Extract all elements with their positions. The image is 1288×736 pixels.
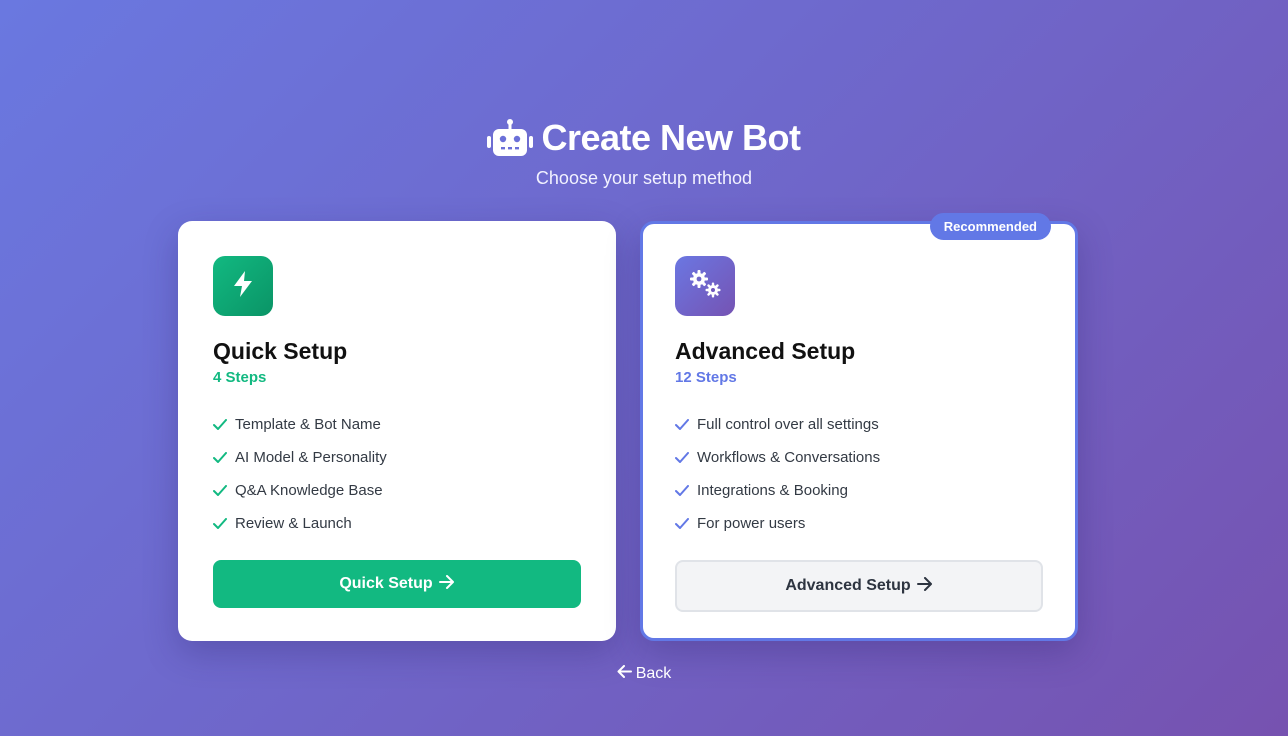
check-icon	[213, 484, 235, 497]
page-title: Create New Bot	[541, 117, 801, 158]
feature-list: Full control over all settings Workflows…	[675, 408, 1043, 540]
check-icon	[675, 418, 697, 431]
lightning-icon	[232, 270, 254, 303]
card-title: Quick Setup	[213, 338, 348, 364]
quick-setup-button[interactable]: Quick Setup	[213, 560, 581, 608]
feature-label: Integrations & Booking	[697, 482, 848, 499]
title-row: Create New Bot	[0, 116, 1288, 160]
advanced-setup-button[interactable]: Advanced Setup	[675, 560, 1043, 612]
feature-label: Workflows & Conversations	[697, 449, 881, 466]
gears-icon-box	[675, 256, 735, 316]
check-icon	[213, 451, 235, 464]
button-label: Quick Setup	[339, 575, 433, 592]
feature-label: Q&A Knowledge Base	[235, 482, 383, 499]
gears-icon	[687, 268, 723, 305]
feature-label: AI Model & Personality	[235, 449, 387, 466]
recommended-badge: Recommended	[929, 213, 1051, 240]
advanced-setup-card[interactable]: Recommended Advanced Setup 12 Steps Full…	[640, 213, 1078, 641]
page-subtitle: Choose your setup method	[535, 168, 753, 188]
feature-item: Q&A Knowledge Base	[213, 474, 581, 507]
robot-icon	[487, 118, 534, 158]
arrow-right-icon	[438, 574, 455, 594]
page-header: Create New Bot Choose your setup method	[0, 116, 1288, 189]
check-icon	[213, 517, 235, 530]
check-icon	[675, 451, 697, 464]
feature-label: For power users	[697, 515, 806, 532]
feature-item: For power users	[675, 507, 1043, 540]
steps-count: 4 Steps	[213, 369, 267, 386]
back-link[interactable]: Back	[0, 665, 1288, 683]
feature-label: Template & Bot Name	[235, 416, 381, 433]
feature-item: Template & Bot Name	[213, 408, 581, 441]
back-label: Back	[635, 665, 672, 682]
lightning-icon-box	[213, 256, 273, 316]
feature-item: Integrations & Booking	[675, 474, 1043, 507]
feature-label: Full control over all settings	[697, 416, 879, 433]
feature-label: Review & Launch	[235, 515, 352, 532]
check-icon	[675, 517, 697, 530]
feature-list: Template & Bot Name AI Model & Personali…	[213, 408, 581, 540]
steps-count: 12 Steps	[675, 369, 737, 386]
card-title: Advanced Setup	[675, 338, 856, 364]
arrow-left-icon	[617, 665, 632, 683]
quick-setup-card[interactable]: Quick Setup 4 Steps Template & Bot Name …	[178, 221, 616, 641]
feature-item: Review & Launch	[213, 507, 581, 540]
arrow-right-icon	[916, 576, 933, 596]
feature-item: Full control over all settings	[675, 408, 1043, 441]
check-icon	[675, 484, 697, 497]
feature-item: Workflows & Conversations	[675, 441, 1043, 474]
feature-item: AI Model & Personality	[213, 441, 581, 474]
button-label: Advanced Setup	[785, 577, 911, 594]
check-icon	[213, 418, 235, 431]
